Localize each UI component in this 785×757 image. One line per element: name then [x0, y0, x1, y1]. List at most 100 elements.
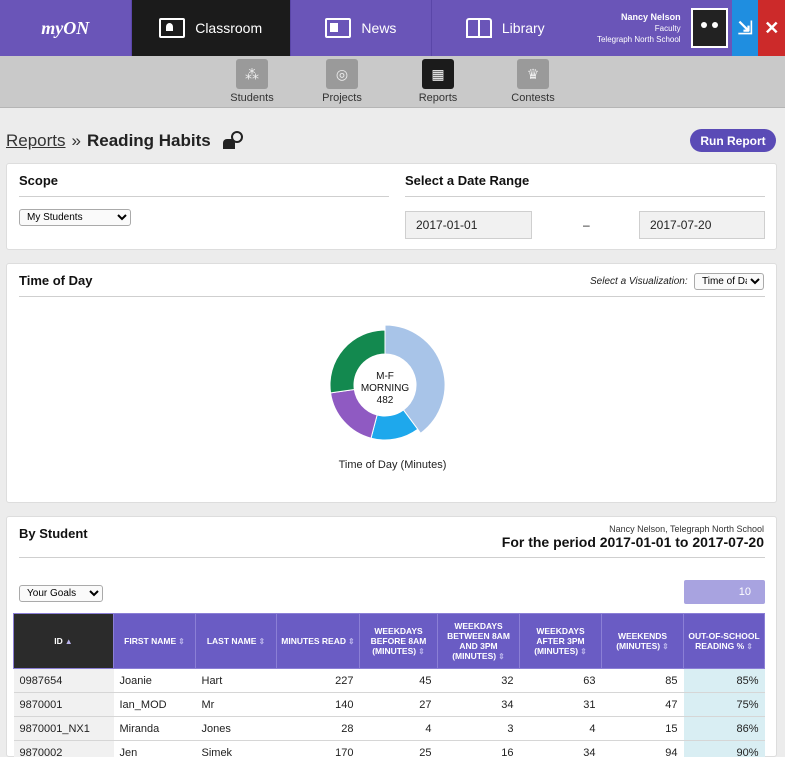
cell-last-name: Jones: [195, 716, 277, 741]
cell-weekends: 94: [601, 740, 684, 757]
table-header-row: ID ▲ FIRST NAME ⇕ LAST NAME ⇕ MINUTES READ ⇕…: [13, 613, 765, 669]
cell-before-8am: 27: [359, 692, 438, 717]
subnav-label: Projects: [322, 92, 362, 104]
table-row[interactable]: 9870001_NX1 Miranda Jones 28 4 3 4 15 86…: [13, 716, 765, 741]
sort-icon: ⇕: [746, 641, 753, 651]
cell-out-of-school: 75%: [683, 692, 765, 717]
cell-first-name: Ian_MOD: [113, 692, 196, 717]
cell-last-name: Mr: [195, 692, 277, 717]
user-info: Nancy Nelson Faculty Telegraph North Sch…: [578, 0, 686, 56]
time-of-day-title: Time of Day: [19, 273, 93, 288]
top-nav-bar: myON Classroom News Library Nancy Nelson…: [0, 0, 785, 56]
cell-after-3pm: 63: [519, 668, 602, 693]
cell-minutes-read: 140: [276, 692, 360, 717]
cell-minutes-read: 28: [276, 716, 360, 741]
sort-icon: ▲: [64, 636, 73, 646]
page-title: Reading Habits: [87, 131, 211, 150]
cell-minutes-read: 170: [276, 740, 360, 757]
nav-tab-classroom[interactable]: Classroom: [130, 0, 290, 56]
nav-tab-news[interactable]: News: [289, 0, 431, 56]
divider: [405, 196, 765, 197]
close-icon[interactable]: ✕: [758, 0, 785, 56]
nav-tab-library[interactable]: Library: [431, 0, 578, 56]
cell-after-3pm: 4: [519, 716, 602, 741]
report-owner: Nancy Nelson, Telegraph North School: [609, 524, 764, 534]
table-row[interactable]: 0987654 Joanie Hart 227 45 32 63 85 85%: [13, 668, 765, 693]
subnav-item-students[interactable]: ⁂ Students: [217, 59, 287, 104]
user-name: Nancy Nelson: [621, 11, 681, 22]
chart-center-value: 482: [377, 395, 394, 406]
table-row[interactable]: 9870002 Jen Simek 170 25 16 34 94 90%: [13, 740, 765, 757]
scope-title: Scope: [19, 173, 59, 188]
breadcrumb-separator: »: [71, 131, 81, 150]
scope-select[interactable]: My Students: [19, 209, 131, 226]
user-school: Telegraph North School: [596, 34, 681, 44]
column-header-after-3pm[interactable]: WEEKDAYS AFTER 3PM (MINUTES) ⇕: [519, 613, 602, 669]
run-report-button[interactable]: Run Report: [690, 129, 776, 152]
cell-before-8am: 4: [359, 716, 438, 741]
cell-first-name: Jen: [113, 740, 196, 757]
subnav-label: Reports: [418, 92, 458, 104]
subnav-item-reports[interactable]: ▦ Reports: [403, 59, 473, 104]
cell-last-name: Simek: [195, 740, 277, 757]
library-icon: [465, 18, 492, 38]
column-header-id[interactable]: ID ▲: [13, 613, 114, 669]
avatar[interactable]: [690, 8, 728, 48]
cell-out-of-school: 86%: [683, 716, 765, 741]
breadcrumb: Reports » Reading Habits: [6, 131, 243, 151]
cell-before-8am: 45: [359, 668, 438, 693]
column-header-minutes-read[interactable]: MINUTES READ ⇕: [276, 613, 360, 669]
column-header-last-name[interactable]: LAST NAME ⇕: [195, 613, 277, 669]
sort-icon: ⇕: [580, 646, 587, 656]
subnav-item-contests[interactable]: ♛ Contests: [498, 59, 568, 104]
cell-8am-3pm: 3: [437, 716, 520, 741]
user-role: Faculty: [654, 23, 681, 33]
breadcrumb-reports-link[interactable]: Reports: [6, 131, 66, 151]
cell-weekends: 47: [601, 692, 684, 717]
classroom-icon: [159, 18, 186, 38]
visualization-select[interactable]: Time of Day: [694, 273, 764, 290]
cell-out-of-school: 90%: [683, 740, 765, 757]
page-size-field[interactable]: 10: [684, 580, 765, 604]
myon-logo[interactable]: myON: [0, 0, 131, 56]
divider: [19, 296, 765, 297]
logout-icon[interactable]: ⇲: [731, 0, 759, 56]
start-date-field[interactable]: 2017-01-01: [405, 211, 532, 239]
donut-slice[interactable]: [330, 388, 378, 439]
cell-weekends: 15: [601, 716, 684, 741]
subnav-label: Students: [230, 92, 274, 104]
time-of-day-panel: Time of Day Select a Visualization: Time…: [6, 263, 777, 503]
cell-8am-3pm: 32: [437, 668, 520, 693]
sort-icon: ⇕: [178, 636, 185, 646]
cell-8am-3pm: 16: [437, 740, 520, 757]
visualization-label: Select a Visualization:: [590, 276, 688, 287]
projects-icon: ◎: [326, 59, 358, 89]
table-row[interactable]: 9870001 Ian_MOD Mr 140 27 34 31 47 75%: [13, 692, 765, 717]
goals-select[interactable]: Your Goals: [19, 585, 103, 602]
report-period-info: Nancy Nelson, Telegraph North School For…: [502, 524, 764, 550]
column-header-out-of-school[interactable]: OUT-OF-SCHOOL READING % ⇕: [683, 613, 765, 669]
column-header-first-name[interactable]: FIRST NAME ⇕: [113, 613, 196, 669]
cell-before-8am: 25: [359, 740, 438, 757]
column-header-before-8am[interactable]: WEEKDAYS BEFORE 8AM (MINUTES) ⇕: [359, 613, 438, 669]
report-period: For the period 2017-01-01 to 2017-07-20: [501, 534, 764, 550]
sort-icon: ⇕: [348, 636, 355, 646]
column-header-8am-3pm[interactable]: WEEKDAYS BETWEEN 8AM AND 3PM (MINUTES) ⇕: [437, 613, 520, 669]
sort-icon: ⇕: [498, 651, 505, 661]
students-icon: ⁂: [236, 59, 268, 89]
news-icon: [325, 18, 352, 38]
nav-tab-label: Library: [501, 20, 545, 36]
cell-last-name: Hart: [195, 668, 277, 693]
chart-center-label: M-F: [376, 371, 394, 382]
cell-id: 0987654: [13, 668, 114, 693]
student-table: ID ▲ FIRST NAME ⇕ LAST NAME ⇕ MINUTES READ ⇕…: [13, 613, 765, 757]
trophy-icon: ♛: [517, 59, 549, 89]
cell-weekends: 85: [601, 668, 684, 693]
reports-icon: ▦: [422, 59, 454, 89]
column-header-weekends[interactable]: WEEKENDS (MINUTES) ⇕: [601, 613, 684, 669]
subnav-item-projects[interactable]: ◎ Projects: [307, 59, 377, 104]
sort-icon: ⇕: [662, 641, 669, 651]
end-date-field[interactable]: 2017-07-20: [639, 211, 765, 239]
time-of-day-donut-chart: M-F MORNING 482: [329, 325, 445, 441]
nav-tab-label: Classroom: [195, 20, 263, 36]
